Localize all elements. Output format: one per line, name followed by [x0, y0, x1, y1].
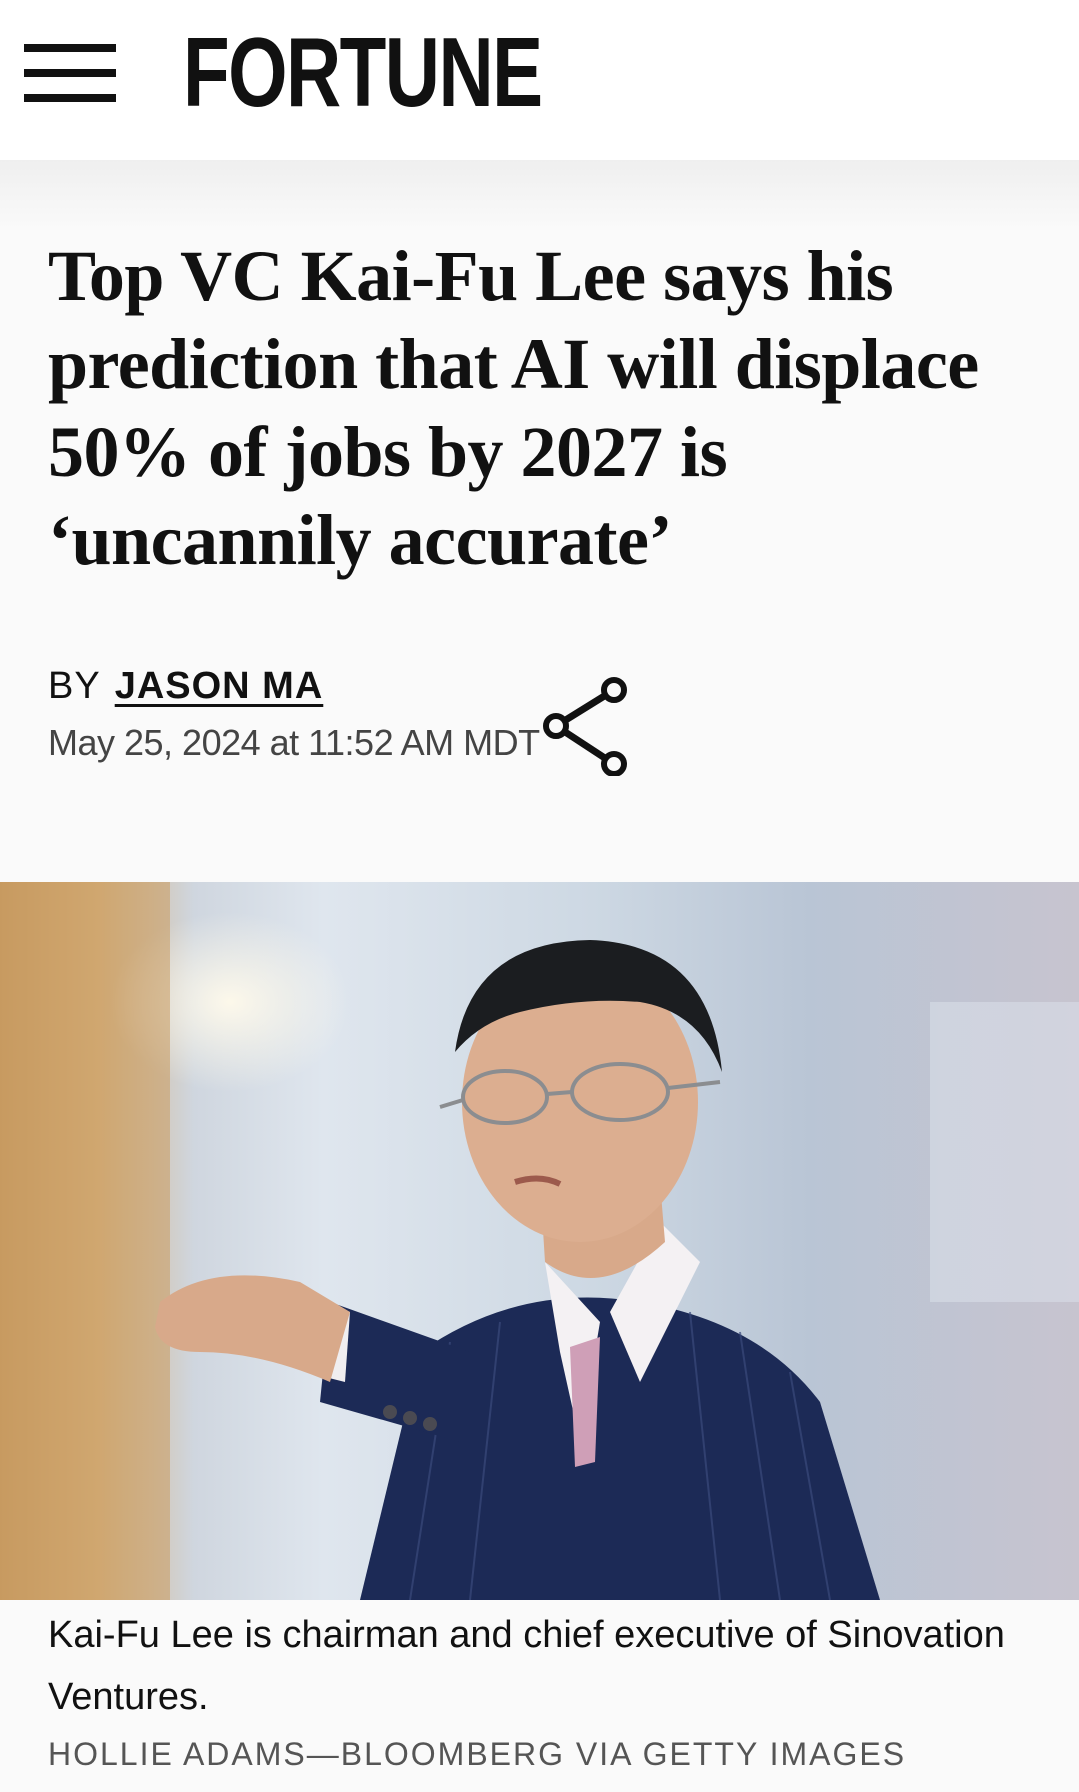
menu-bar	[24, 94, 116, 102]
menu-bar	[24, 69, 116, 77]
site-header: FORTUNE	[0, 0, 1079, 160]
share-icon[interactable]	[540, 676, 632, 777]
header-shadow	[0, 160, 1079, 230]
image-credit: HOLLIE ADAMS—BLOOMBERG VIA GETTY IMAGES	[48, 1736, 907, 1772]
hamburger-menu-icon[interactable]	[24, 42, 116, 104]
portrait-illustration	[0, 882, 1079, 1600]
article-headline: Top VC Kai-Fu Lee says his prediction th…	[48, 236, 979, 580]
fortune-logo[interactable]: FORTUNE	[183, 22, 543, 122]
article-hero-image	[0, 882, 1079, 1600]
image-caption: Kai-Fu Lee is chairman and chief executi…	[48, 1614, 1005, 1718]
byline: BY JASON MA	[48, 662, 323, 710]
byline-prefix: BY	[48, 665, 101, 707]
menu-bar	[24, 44, 116, 52]
publish-date: May 25, 2024 at 11:52 AM MDT	[48, 722, 540, 763]
author-link[interactable]: JASON MA	[115, 665, 324, 707]
